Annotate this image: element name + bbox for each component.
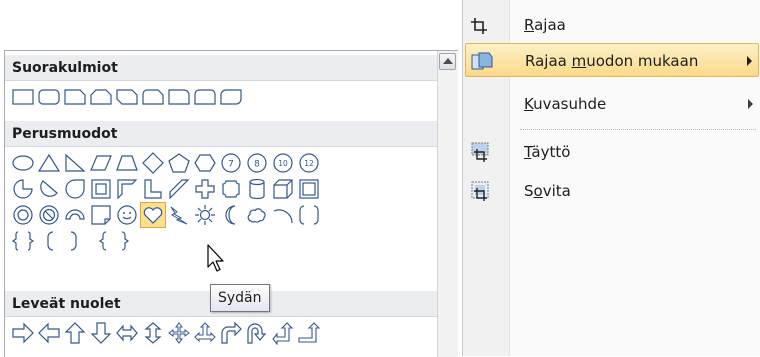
menu-item-label: Sovita xyxy=(524,182,571,200)
mouse-cursor-icon xyxy=(207,244,224,272)
section-header: Suorakulmiot xyxy=(5,55,437,81)
svg-text:7: 7 xyxy=(228,160,234,170)
l-shape[interactable] xyxy=(141,177,165,201)
can-shape[interactable] xyxy=(245,177,269,201)
menu-item-label: Kuvasuhde xyxy=(524,95,607,113)
menu-item-crop[interactable]: Rajaa xyxy=(465,8,759,42)
gallery-scrollbar[interactable] xyxy=(437,51,458,357)
left-brace-shape[interactable] xyxy=(89,229,113,253)
round-diagonal-rectangle-shape[interactable] xyxy=(219,85,243,109)
submenu-arrow-icon xyxy=(747,56,752,66)
cross-shape[interactable] xyxy=(193,177,217,201)
octagon-shape[interactable]: 8 xyxy=(245,151,269,175)
shape-tooltip: Sydän xyxy=(210,284,270,312)
chord-shape[interactable] xyxy=(37,177,61,201)
u-turn-arrow-shape[interactable] xyxy=(245,321,269,345)
fit-icon xyxy=(469,180,493,202)
right-arrow-shape[interactable] xyxy=(11,321,35,345)
rectangles-row xyxy=(11,85,243,109)
block-arc-shape[interactable] xyxy=(63,203,87,227)
right-brace-shape[interactable] xyxy=(115,229,139,253)
basic-shapes-row xyxy=(11,229,139,253)
right-bracket-shape[interactable] xyxy=(63,229,87,253)
parallelogram-shape[interactable] xyxy=(89,151,113,175)
block-arrows-row xyxy=(11,321,321,345)
pie-shape[interactable] xyxy=(11,177,35,201)
basic-shapes-row: 7 8 10 12 xyxy=(11,151,321,175)
context-menu: Rajaa Rajaa muodon mukaan Kuvasuhde Täyt… xyxy=(462,0,760,356)
snip-same-side-rectangle-shape[interactable] xyxy=(89,85,113,109)
crop-to-shape-icon xyxy=(470,50,494,72)
dodecagon-shape[interactable]: 12 xyxy=(297,151,321,175)
moon-shape[interactable] xyxy=(219,203,243,227)
menu-item-fit[interactable]: Sovita xyxy=(465,174,759,208)
no-symbol-shape[interactable] xyxy=(37,203,61,227)
donut-shape[interactable] xyxy=(11,203,35,227)
svg-text:8: 8 xyxy=(254,160,260,170)
menu-item-fill[interactable]: Täyttö xyxy=(465,135,759,169)
plaque-shape[interactable] xyxy=(219,177,243,201)
bevel-shape[interactable] xyxy=(297,177,321,201)
snip-diagonal-rectangle-shape[interactable] xyxy=(115,85,139,109)
down-arrow-shape[interactable] xyxy=(89,321,113,345)
frame-shape[interactable] xyxy=(89,177,113,201)
up-down-arrow-shape[interactable] xyxy=(141,321,165,345)
cloud-shape[interactable] xyxy=(245,203,269,227)
quad-arrow-shape[interactable] xyxy=(167,321,191,345)
left-up-arrow-shape[interactable] xyxy=(271,321,295,345)
sun-shape[interactable] xyxy=(193,203,217,227)
left-right-arrow-shape[interactable] xyxy=(115,321,139,345)
diamond-shape[interactable] xyxy=(141,151,165,175)
section-header: Perusmuodot xyxy=(5,121,437,147)
left-bracket-shape[interactable] xyxy=(37,229,61,253)
submenu-arrow-icon xyxy=(748,99,753,109)
bent-arrow-shape[interactable] xyxy=(219,321,243,345)
svg-text:12: 12 xyxy=(304,159,314,168)
heptagon-shape[interactable]: 7 xyxy=(219,151,243,175)
heart-shape[interactable] xyxy=(140,202,166,228)
svg-text:10: 10 xyxy=(278,159,288,168)
cube-shape[interactable] xyxy=(271,177,295,201)
folded-corner-shape[interactable] xyxy=(89,203,113,227)
right-triangle-shape[interactable] xyxy=(63,151,87,175)
scroll-up-button[interactable] xyxy=(439,53,456,70)
double-brace-shape[interactable] xyxy=(11,229,35,253)
teardrop-shape[interactable] xyxy=(63,177,87,201)
basic-shapes-row xyxy=(11,177,321,201)
lightning-bolt-shape[interactable] xyxy=(167,203,191,227)
bent-up-arrow-shape[interactable] xyxy=(297,321,321,345)
round-same-side-rectangle-shape[interactable] xyxy=(193,85,217,109)
arc-shape[interactable] xyxy=(271,203,295,227)
menu-item-label: Rajaa muodon mukaan xyxy=(525,52,699,70)
snip-single-corner-rectangle-shape[interactable] xyxy=(63,85,87,109)
menu-separator xyxy=(520,129,756,130)
double-bracket-shape[interactable] xyxy=(297,203,321,227)
oval-shape[interactable] xyxy=(11,151,35,175)
rectangle-shape[interactable] xyxy=(11,85,35,109)
menu-item-aspect-ratio[interactable]: Kuvasuhde xyxy=(465,87,759,121)
fill-icon xyxy=(469,141,493,163)
half-frame-shape[interactable] xyxy=(115,177,139,201)
up-arrow-shape[interactable] xyxy=(63,321,87,345)
menu-item-label: Täyttö xyxy=(524,143,571,161)
rounded-rectangle-shape[interactable] xyxy=(37,85,61,109)
hexagon-shape[interactable] xyxy=(193,151,217,175)
left-arrow-shape[interactable] xyxy=(37,321,61,345)
decagon-shape[interactable]: 10 xyxy=(271,151,295,175)
pentagon-shape[interactable] xyxy=(167,151,191,175)
up-arrow-icon xyxy=(443,58,453,64)
diagonal-stripe-shape[interactable] xyxy=(167,177,191,201)
isosceles-triangle-shape[interactable] xyxy=(37,151,61,175)
crop-icon xyxy=(469,14,493,36)
smiley-face-shape[interactable] xyxy=(115,203,139,227)
round-single-corner-rectangle-shape[interactable] xyxy=(167,85,191,109)
left-right-up-arrow-shape[interactable] xyxy=(193,321,217,345)
menu-item-label: Rajaa xyxy=(524,16,566,34)
menu-item-crop-to-shape[interactable]: Rajaa muodon mukaan xyxy=(465,43,759,77)
basic-shapes-row xyxy=(11,202,321,228)
snip-round-rectangle-shape[interactable] xyxy=(141,85,165,109)
trapezoid-shape[interactable] xyxy=(115,151,139,175)
